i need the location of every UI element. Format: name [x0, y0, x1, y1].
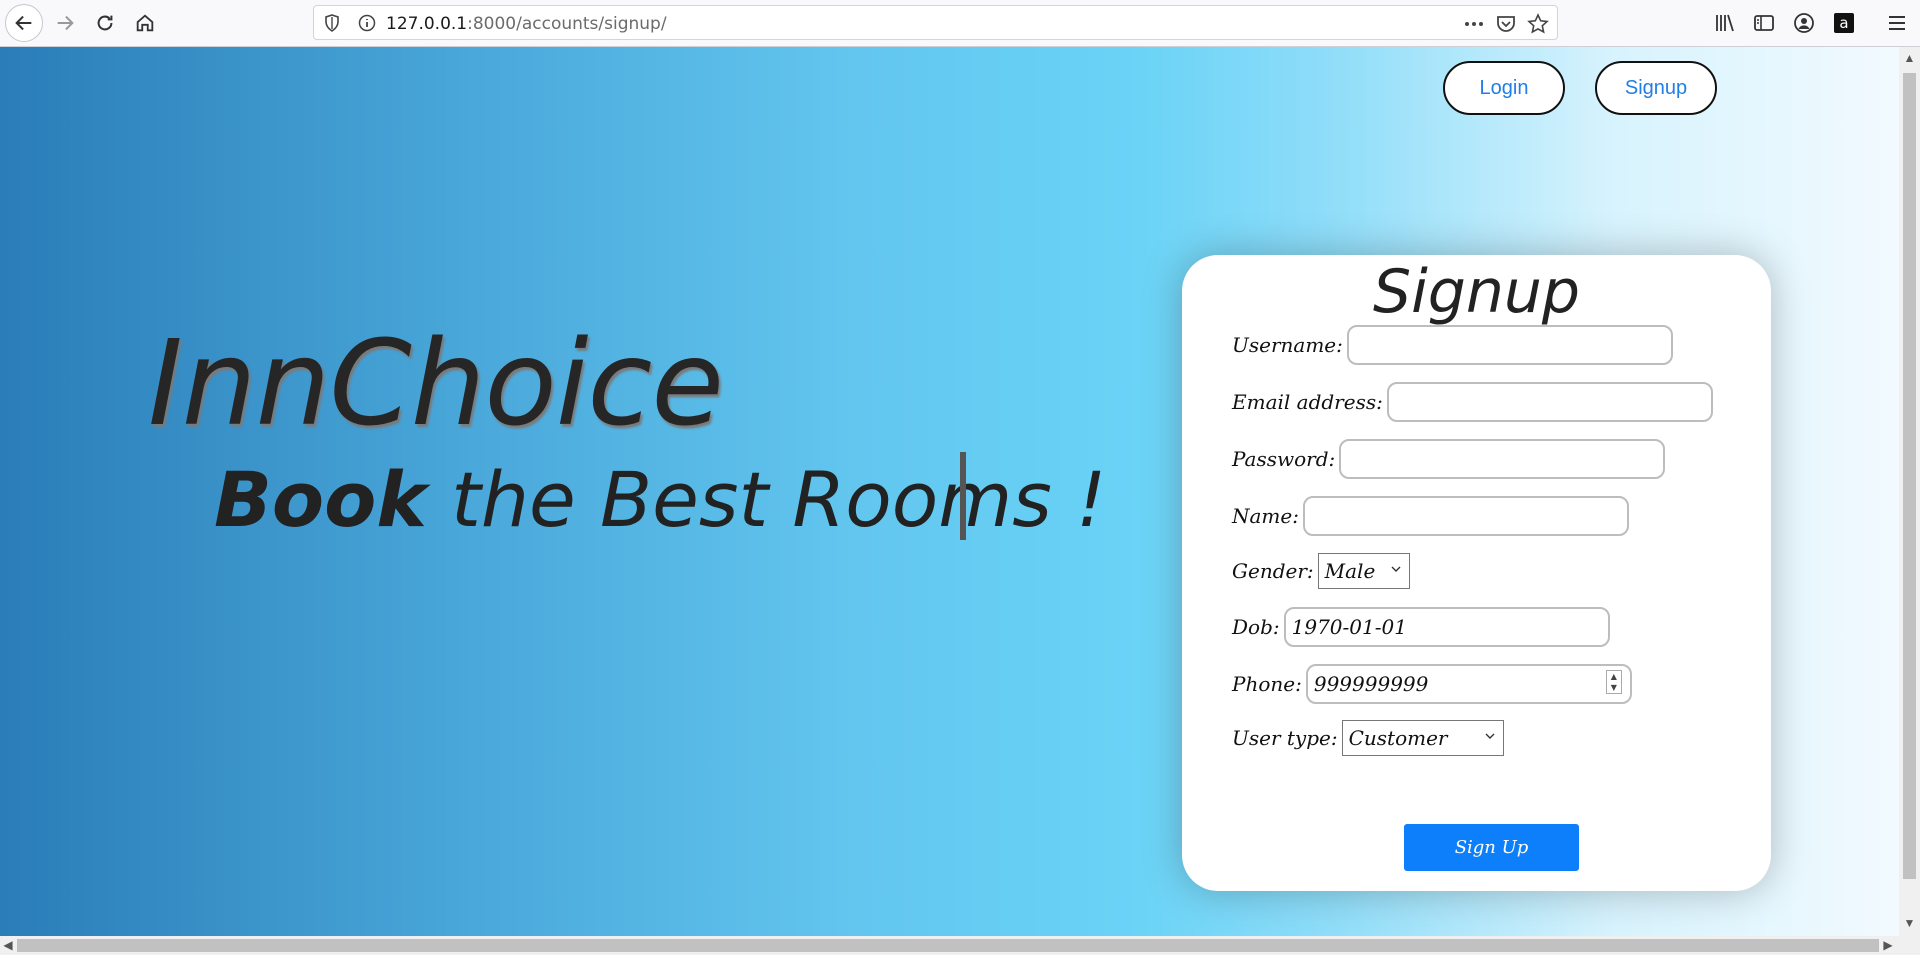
chevron-down-icon: [1391, 566, 1401, 572]
gender-select[interactable]: Male: [1317, 553, 1410, 589]
user-type-row: User type: Customer: [1232, 720, 1504, 756]
phone-input[interactable]: [1305, 664, 1632, 704]
password-row: Password:: [1232, 439, 1666, 479]
info-icon[interactable]: [357, 13, 377, 33]
vertical-scrollbar[interactable]: ▲ ▼: [1899, 47, 1920, 936]
signup-nav-button[interactable]: Signup: [1595, 61, 1717, 115]
email-row: Email address:: [1232, 382, 1713, 422]
typing-caret: [960, 452, 966, 540]
pocket-icon[interactable]: [1495, 13, 1517, 35]
shield-icon[interactable]: [322, 13, 342, 33]
user-type-label: User type:: [1232, 726, 1338, 750]
gender-label: Gender:: [1232, 559, 1314, 583]
username-input[interactable]: [1346, 325, 1673, 365]
address-bar[interactable]: 127.0.0.1:8000/accounts/signup/: [313, 5, 1558, 40]
email-input[interactable]: [1386, 382, 1713, 422]
page-viewport: Login Signup InnChoice Book the Best Roo…: [0, 47, 1899, 936]
url-path: :8000/accounts/signup/: [467, 14, 667, 34]
signup-card: Signup Username: Email address: Password…: [1182, 255, 1771, 891]
gender-row: Gender: Male: [1232, 553, 1410, 589]
password-input[interactable]: [1339, 439, 1666, 479]
tagline-rest: the Best Rooms !: [426, 455, 1107, 544]
home-icon: [136, 14, 154, 32]
reload-button[interactable]: [86, 4, 124, 42]
svg-text:a: a: [1839, 14, 1848, 32]
chevron-down-icon: [1485, 733, 1495, 739]
phone-row: Phone: ▲▼: [1232, 664, 1632, 704]
username-row: Username:: [1232, 325, 1673, 365]
url-text[interactable]: 127.0.0.1:8000/accounts/signup/: [386, 14, 667, 34]
dob-label: Dob:: [1232, 615, 1280, 639]
more-actions-icon[interactable]: [1463, 13, 1485, 35]
email-label: Email address:: [1232, 390, 1383, 414]
sign-up-submit-button[interactable]: Sign Up: [1404, 824, 1579, 871]
scroll-up-arrow-icon[interactable]: ▲: [1899, 51, 1920, 65]
vertical-scroll-thumb[interactable]: [1903, 73, 1916, 879]
library-icon[interactable]: [1713, 11, 1737, 35]
horizontal-scrollbar[interactable]: ◀ ▶: [0, 936, 1920, 955]
arrow-right-icon: [57, 15, 74, 31]
phone-label: Phone:: [1232, 672, 1302, 696]
sidebar-icon[interactable]: [1752, 11, 1776, 35]
account-icon[interactable]: [1792, 11, 1816, 35]
back-button[interactable]: [5, 4, 43, 42]
amazon-icon[interactable]: a: [1832, 11, 1856, 35]
hero-tagline: Book the Best Rooms !: [214, 455, 1106, 544]
user-type-selected-value: Customer: [1348, 726, 1448, 750]
scroll-right-arrow-icon[interactable]: ▶: [1880, 938, 1896, 952]
phone-stepper[interactable]: ▲ ▼: [1605, 670, 1622, 694]
arrow-left-icon: [15, 15, 32, 31]
login-button[interactable]: Login: [1443, 61, 1565, 115]
home-button[interactable]: [126, 4, 164, 42]
bookmark-star-icon[interactable]: [1527, 13, 1549, 35]
dob-input[interactable]: [1283, 607, 1610, 647]
brand-title: InnChoice: [148, 314, 724, 452]
dob-row: Dob:: [1232, 607, 1610, 647]
name-row: Name:: [1232, 496, 1629, 536]
username-label: Username:: [1232, 333, 1343, 357]
reload-icon: [97, 15, 113, 31]
hamburger-menu-icon[interactable]: [1885, 11, 1909, 35]
signup-title: Signup: [1373, 257, 1580, 327]
name-label: Name:: [1232, 504, 1299, 528]
scroll-down-arrow-icon[interactable]: ▼: [1899, 916, 1920, 930]
url-host: 127.0.0.1: [386, 14, 468, 34]
name-input[interactable]: [1302, 496, 1629, 536]
gender-selected-value: Male: [1324, 559, 1376, 583]
browser-toolbar: 127.0.0.1:8000/accounts/signup/ a: [0, 0, 1920, 47]
forward-button[interactable]: [46, 4, 84, 42]
user-type-select[interactable]: Customer: [1341, 720, 1504, 756]
password-label: Password:: [1232, 447, 1336, 471]
horizontal-scroll-thumb[interactable]: [17, 939, 1879, 952]
scroll-left-arrow-icon[interactable]: ◀: [0, 938, 16, 952]
tagline-strong: Book: [214, 455, 427, 544]
phone-field-wrap: ▲▼: [1305, 664, 1632, 704]
